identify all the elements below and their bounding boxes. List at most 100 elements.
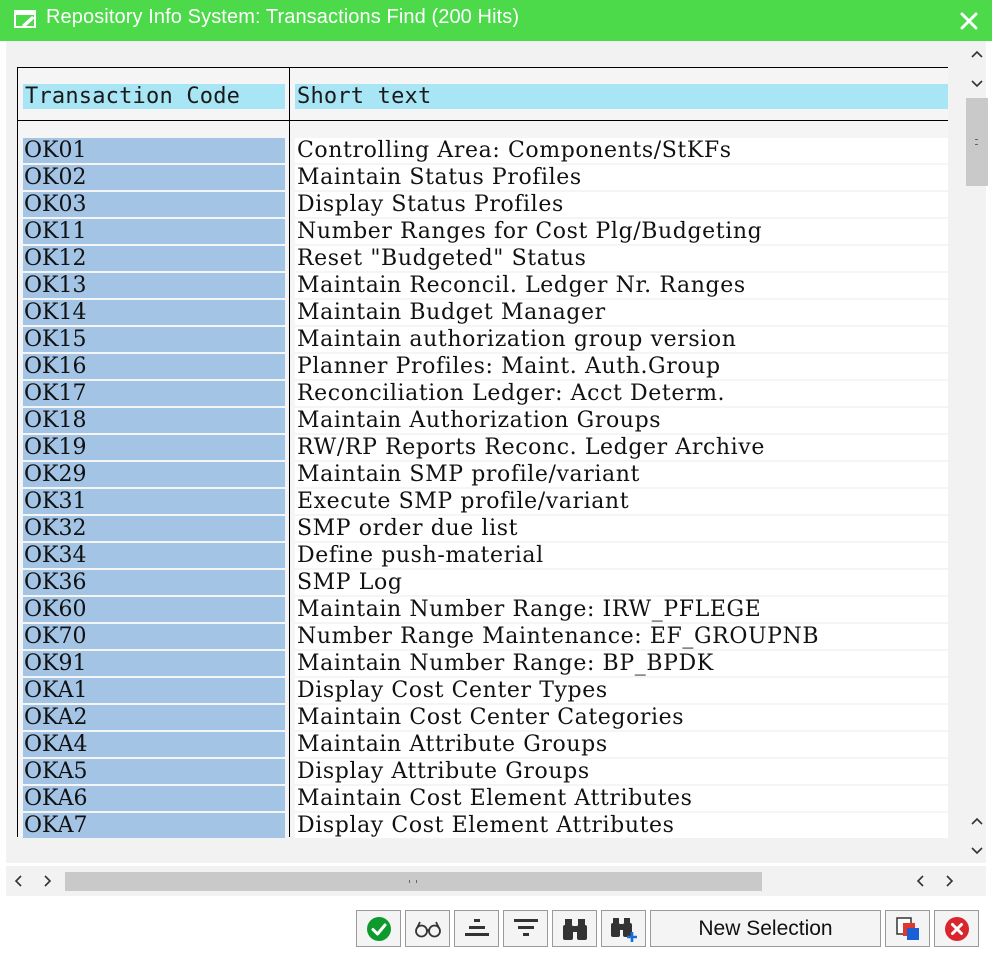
table-row[interactable]: OK34 Define push-material <box>0 542 992 569</box>
short-text-cell[interactable]: Maintain Cost Center Categories <box>295 705 948 730</box>
vertical-scroll-thumb[interactable] <box>966 98 988 186</box>
table-row[interactable]: OK12 Reset "Budgeted" Status <box>0 245 992 272</box>
multiple-selection-button[interactable] <box>885 910 930 947</box>
chevron-right-icon[interactable] <box>38 872 56 890</box>
chevron-up-icon[interactable] <box>968 813 986 831</box>
transaction-code-cell[interactable]: OKA7 <box>23 813 285 838</box>
table-row[interactable]: OKA6 Maintain Cost Element Attributes <box>0 785 992 812</box>
new-selection-button[interactable]: New Selection <box>650 910 881 947</box>
cancel-button[interactable] <box>934 910 979 947</box>
table-row[interactable]: OK91 Maintain Number Range: BP_BPDK <box>0 650 992 677</box>
table-row[interactable]: OK31 Execute SMP profile/variant <box>0 488 992 515</box>
transaction-code-cell[interactable]: OKA6 <box>23 786 285 811</box>
short-text-cell[interactable]: Reconciliation Ledger: Acct Determ. <box>295 381 948 406</box>
short-text-cell[interactable]: SMP order due list <box>295 516 948 541</box>
transaction-code-cell[interactable]: OK91 <box>23 651 285 676</box>
transaction-code-cell[interactable]: OK31 <box>23 489 285 514</box>
transaction-code-cell[interactable]: OK29 <box>23 462 285 487</box>
short-text-cell[interactable]: Maintain Number Range: IRW_PFLEGE <box>295 597 948 622</box>
horizontal-scroll-thumb[interactable] <box>65 872 762 891</box>
transaction-code-cell[interactable]: OK19 <box>23 435 285 460</box>
table-row[interactable]: OK19 RW/RP Reports Reconc. Ledger Archive <box>0 434 992 461</box>
chevron-left-icon[interactable] <box>10 872 28 890</box>
short-text-cell[interactable]: Number Range Maintenance: EF_GROUPNB <box>295 624 948 649</box>
chevron-right-icon[interactable] <box>940 872 958 890</box>
transaction-code-cell[interactable]: OK11 <box>23 219 285 244</box>
table-row[interactable]: OKA2 Maintain Cost Center Categories <box>0 704 992 731</box>
transaction-code-cell[interactable]: OK70 <box>23 624 285 649</box>
chevron-up-icon[interactable] <box>968 46 986 64</box>
transaction-code-cell[interactable]: OK36 <box>23 570 285 595</box>
transaction-code-cell[interactable]: OK03 <box>23 192 285 217</box>
short-text-cell[interactable]: Maintain Number Range: BP_BPDK <box>295 651 948 676</box>
short-text-cell[interactable]: Define push-material <box>295 543 948 568</box>
short-text-cell[interactable]: Maintain Attribute Groups <box>295 732 948 757</box>
short-text-cell[interactable]: Maintain Reconcil. Ledger Nr. Ranges <box>295 273 948 298</box>
short-text-cell[interactable]: Number Ranges for Cost Plg/Budgeting <box>295 219 948 244</box>
table-row[interactable]: OKA1 Display Cost Center Types <box>0 677 992 704</box>
short-text-cell[interactable]: Display Status Profiles <box>295 192 948 217</box>
confirm-button[interactable] <box>356 910 401 947</box>
transaction-code-cell[interactable]: OK17 <box>23 381 285 406</box>
short-text-cell[interactable]: Display Attribute Groups <box>295 759 948 784</box>
table-row[interactable]: OK60 Maintain Number Range: IRW_PFLEGE <box>0 596 992 623</box>
short-text-cell[interactable]: Maintain Authorization Groups <box>295 408 948 433</box>
table-row[interactable]: OK29 Maintain SMP profile/variant <box>0 461 992 488</box>
short-text-cell[interactable]: Reset "Budgeted" Status <box>295 246 948 271</box>
table-row[interactable]: OKA7 Display Cost Element Attributes <box>0 812 992 839</box>
table-row[interactable]: OK01 Controlling Area: Components/StKFs <box>0 137 992 164</box>
transaction-code-cell[interactable]: OK16 <box>23 354 285 379</box>
short-text-cell[interactable]: RW/RP Reports Reconc. Ledger Archive <box>295 435 948 460</box>
find-next-button[interactable] <box>601 910 646 947</box>
table-row[interactable]: OK18 Maintain Authorization Groups <box>0 407 992 434</box>
transaction-code-cell[interactable]: OKA1 <box>23 678 285 703</box>
table-row[interactable]: OK11 Number Ranges for Cost Plg/Budgeting <box>0 218 992 245</box>
short-text-cell[interactable]: Maintain SMP profile/variant <box>295 462 948 487</box>
table-row[interactable]: OK17 Reconciliation Ledger: Acct Determ. <box>0 380 992 407</box>
chevron-down-icon[interactable] <box>968 841 986 859</box>
transaction-code-cell[interactable]: OK02 <box>23 165 285 190</box>
table-row[interactable]: OKA5 Display Attribute Groups <box>0 758 992 785</box>
short-text-cell[interactable]: Maintain authorization group version <box>295 327 948 352</box>
transaction-code-cell[interactable]: OK34 <box>23 543 285 568</box>
table-row[interactable]: OK70 Number Range Maintenance: EF_GROUPNB <box>0 623 992 650</box>
find-button[interactable] <box>552 910 597 947</box>
short-text-cell[interactable]: Planner Profiles: Maint. Auth.Group <box>295 354 948 379</box>
transaction-code-cell[interactable]: OK14 <box>23 300 285 325</box>
short-text-cell[interactable]: Controlling Area: Components/StKFs <box>295 138 948 163</box>
chevron-left-icon[interactable] <box>912 872 930 890</box>
sort-button[interactable] <box>454 910 499 947</box>
transaction-code-cell[interactable]: OKA2 <box>23 705 285 730</box>
transaction-code-cell[interactable]: OK13 <box>23 273 285 298</box>
column-header-transaction-code[interactable]: Transaction Code <box>23 84 285 109</box>
table-row[interactable]: OK32 SMP order due list <box>0 515 992 542</box>
transaction-code-cell[interactable]: OKA5 <box>23 759 285 784</box>
filter-button[interactable] <box>503 910 548 947</box>
short-text-cell[interactable]: Maintain Status Profiles <box>295 165 948 190</box>
table-row[interactable]: OK15 Maintain authorization group version <box>0 326 992 353</box>
transaction-code-cell[interactable]: OK15 <box>23 327 285 352</box>
transaction-code-cell[interactable]: OKA4 <box>23 732 285 757</box>
short-text-cell[interactable]: Display Cost Element Attributes <box>295 813 948 838</box>
table-row[interactable]: OK36 SMP Log <box>0 569 992 596</box>
transaction-code-cell[interactable]: OK12 <box>23 246 285 271</box>
table-row[interactable]: OK14 Maintain Budget Manager <box>0 299 992 326</box>
transaction-code-cell[interactable]: OK01 <box>23 138 285 163</box>
transaction-code-cell[interactable]: OK60 <box>23 597 285 622</box>
short-text-cell[interactable]: SMP Log <box>295 570 948 595</box>
short-text-cell[interactable]: Display Cost Center Types <box>295 678 948 703</box>
display-button[interactable] <box>405 910 450 947</box>
column-header-short-text[interactable]: Short text <box>295 84 948 109</box>
transaction-code-cell[interactable]: OK32 <box>23 516 285 541</box>
table-row[interactable]: OKA4 Maintain Attribute Groups <box>0 731 992 758</box>
table-row[interactable]: OK02 Maintain Status Profiles <box>0 164 992 191</box>
table-row[interactable]: OK13 Maintain Reconcil. Ledger Nr. Ranges <box>0 272 992 299</box>
transaction-code-cell[interactable]: OK18 <box>23 408 285 433</box>
short-text-cell[interactable]: Maintain Budget Manager <box>295 300 948 325</box>
close-icon[interactable] <box>958 10 980 32</box>
short-text-cell[interactable]: Execute SMP profile/variant <box>295 489 948 514</box>
short-text-cell[interactable]: Maintain Cost Element Attributes <box>295 786 948 811</box>
table-row[interactable]: OK16 Planner Profiles: Maint. Auth.Group <box>0 353 992 380</box>
chevron-down-icon[interactable] <box>968 74 986 92</box>
table-row[interactable]: OK03 Display Status Profiles <box>0 191 992 218</box>
